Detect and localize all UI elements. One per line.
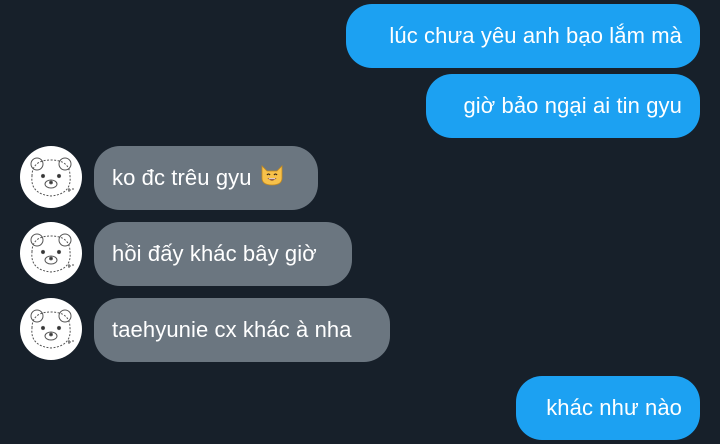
message-bubble-incoming[interactable]: hồi đấy khác bây giờ	[94, 222, 352, 286]
avatar[interactable]	[20, 222, 82, 284]
message-text: khác như nào	[546, 395, 682, 420]
message-text: ko đc trêu gyu	[112, 165, 252, 190]
bear-avatar-icon	[30, 233, 74, 273]
bear-avatar-icon	[30, 157, 74, 197]
bear-avatar-icon	[30, 309, 74, 349]
avatar[interactable]	[20, 146, 82, 208]
message-text: giờ bảo ngại ai tin gyu	[463, 93, 682, 118]
message-text: lúc chưa yêu anh bạo lắm mà	[389, 23, 682, 48]
message-bubble-outgoing[interactable]: giờ bảo ngại ai tin gyu	[426, 74, 700, 138]
message-text: hồi đấy khác bây giờ	[112, 241, 317, 266]
message-bubble-outgoing[interactable]: khác như nào	[516, 376, 700, 440]
message-text: taehyunie cx khác à nha	[112, 317, 352, 342]
message-bubble-outgoing[interactable]: lúc chưa yêu anh bạo lắm mà	[346, 4, 700, 68]
avatar[interactable]	[20, 298, 82, 360]
message-bubble-incoming[interactable]: ko đc trêu gyu	[94, 146, 318, 210]
grinning-cat-emoji-icon	[259, 163, 285, 193]
message-bubble-incoming[interactable]: taehyunie cx khác à nha	[94, 298, 390, 362]
